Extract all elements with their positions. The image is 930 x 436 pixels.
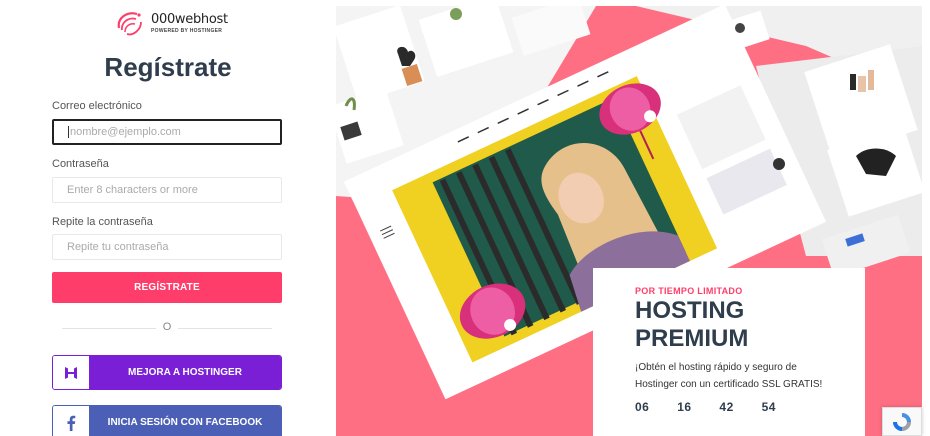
password-field[interactable]: Enter 8 characters or more xyxy=(52,177,282,203)
password-label: Contraseña xyxy=(52,158,109,170)
recaptcha-badge[interactable] xyxy=(882,407,922,436)
promo-title-line2: PREMIUM xyxy=(635,325,749,352)
register-button[interactable]: REGÍSTRATE xyxy=(52,272,282,303)
hostinger-logo-icon xyxy=(53,356,89,389)
facebook-login-label: INICIA SESIÓN CON FACEBOOK xyxy=(89,406,281,436)
upgrade-hostinger-label: MEJORA A HOSTINGER xyxy=(89,356,281,389)
countdown-days: 06 xyxy=(635,400,650,414)
signup-page: 000webhost POWERED BY HOSTINGER Regístra… xyxy=(0,0,930,436)
countdown-hours: 16 xyxy=(677,400,692,414)
promo-description: ¡Obtén el hosting rápido y seguro de Hos… xyxy=(635,362,823,390)
recaptcha-icon xyxy=(893,412,911,431)
repeat-password-placeholder: Repite tu contraseña xyxy=(67,241,169,253)
password-placeholder: Enter 8 characters or more xyxy=(67,184,198,196)
repeat-password-label: Repite la contraseña xyxy=(52,216,153,228)
divider-line-right xyxy=(178,328,272,329)
page-title: Regístrate xyxy=(104,52,232,82)
logo-tagline: POWERED BY HOSTINGER xyxy=(151,28,223,34)
brand-logo[interactable]: 000webhost POWERED BY HOSTINGER xyxy=(113,8,228,38)
swirl-logo-icon xyxy=(117,12,142,36)
text-caret xyxy=(68,126,69,138)
promo-card[interactable]: POR TIEMPO LIMITADO HOSTING PREMIUM ¡Obt… xyxy=(593,268,865,436)
facebook-login-button[interactable]: INICIA SESIÓN CON FACEBOOK xyxy=(52,405,282,436)
promo-tag: POR TIEMPO LIMITADO xyxy=(635,286,743,296)
email-placeholder: nombre@ejemplo.com xyxy=(70,126,181,138)
facebook-icon xyxy=(53,406,89,436)
countdown-seconds: 54 xyxy=(761,400,776,414)
promo-countdown: 06 16 42 54 xyxy=(635,400,865,414)
or-divider: O xyxy=(62,320,272,336)
promo-title-line1: HOSTING xyxy=(635,297,745,324)
repeat-password-field[interactable]: Repite tu contraseña xyxy=(52,234,282,260)
divider-text: O xyxy=(162,321,172,333)
email-field[interactable]: nombre@ejemplo.com xyxy=(52,119,282,145)
logo-name: 000webhost xyxy=(151,12,228,27)
upgrade-hostinger-button[interactable]: MEJORA A HOSTINGER xyxy=(52,355,282,390)
countdown-minutes: 42 xyxy=(719,400,734,414)
email-label: Correo electrónico xyxy=(52,100,142,112)
signup-panel: 000webhost POWERED BY HOSTINGER Regístra… xyxy=(0,0,336,436)
